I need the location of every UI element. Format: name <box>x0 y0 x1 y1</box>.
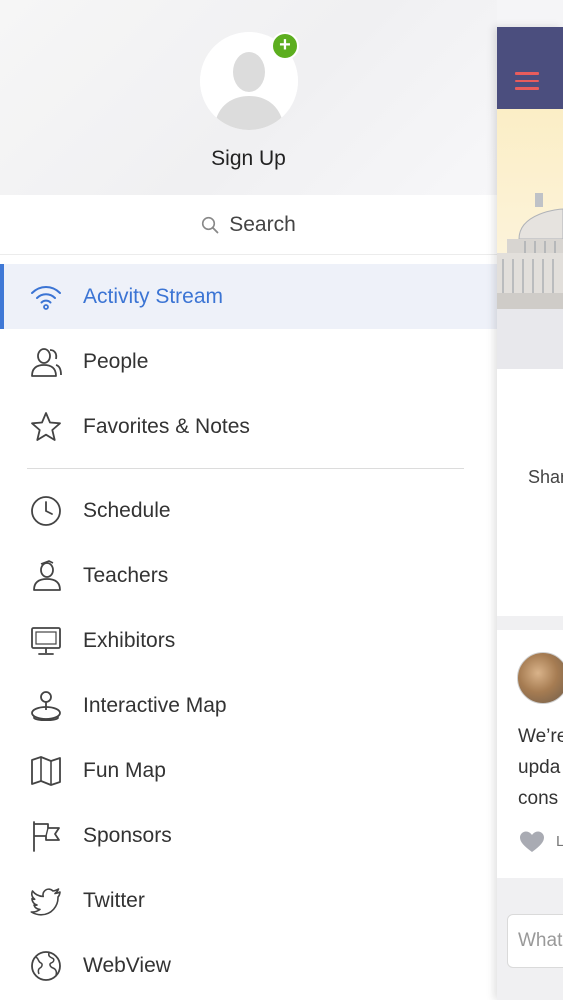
menu-label: Twitter <box>83 889 145 912</box>
post-author-avatar[interactable] <box>517 652 563 704</box>
globe-icon <box>29 949 63 983</box>
menu-item-favorites-notes[interactable]: Favorites & Notes <box>0 394 497 459</box>
menu-label: Sponsors <box>83 824 172 847</box>
clock-icon <box>29 494 63 528</box>
menu-label: Schedule <box>83 499 171 522</box>
heart-icon[interactable] <box>519 830 545 854</box>
menu-item-interactive-map[interactable]: Interactive Map <box>0 673 497 738</box>
share-text: Shar <box>528 467 563 487</box>
menu-item-teachers[interactable]: Teachers <box>0 543 497 608</box>
menu-item-twitter[interactable]: Twitter <box>0 868 497 933</box>
banner-caption <box>497 309 563 369</box>
banner-image <box>497 109 563 309</box>
composer-bar: What <box>497 900 563 1000</box>
flag-icon <box>29 819 63 853</box>
navigation-drawer: + Sign Up Search Activity Stream People … <box>0 0 497 1000</box>
search-label: Search <box>229 213 296 236</box>
wifi-icon <box>29 280 63 314</box>
like-label: L <box>556 833 563 850</box>
share-card[interactable]: Shar <box>497 369 563 616</box>
hamburger-menu-icon[interactable] <box>515 72 539 90</box>
sign-up-link[interactable]: Sign Up <box>0 147 497 171</box>
capitol-dome-icon <box>497 193 563 309</box>
menu-item-sponsors[interactable]: Sponsors <box>0 803 497 868</box>
menu-label: Teachers <box>83 564 169 587</box>
teacher-icon <box>29 559 63 593</box>
menu-label: Activity Stream <box>83 285 224 308</box>
search-bar[interactable]: Search <box>0 196 497 255</box>
menu-label: Interactive Map <box>83 694 227 717</box>
menu-item-fun-map[interactable]: Fun Map <box>0 738 497 803</box>
drawer-menu: Activity Stream People Favorites & Notes <box>0 264 497 998</box>
post-card[interactable]: We’re upda cons L <box>497 630 563 878</box>
monitor-icon <box>29 624 63 658</box>
post-input[interactable]: What <box>507 914 563 968</box>
menu-item-people[interactable]: People <box>0 329 497 394</box>
star-icon <box>29 410 63 444</box>
menu-label: Fun Map <box>83 759 166 782</box>
people-icon <box>29 345 63 379</box>
app-bar <box>497 27 563 109</box>
post-body: We’re upda cons <box>518 726 563 809</box>
twitter-icon <box>29 884 63 918</box>
drawer-header: + Sign Up <box>0 0 497 195</box>
menu-item-exhibitors[interactable]: Exhibitors <box>0 608 497 673</box>
menu-label: WebView <box>83 954 171 977</box>
menu-item-webview[interactable]: WebView <box>0 933 497 998</box>
menu-label: People <box>83 350 149 373</box>
menu-label: Exhibitors <box>83 629 176 652</box>
menu-label: Favorites & Notes <box>83 415 250 438</box>
map-pin-icon <box>29 689 63 723</box>
menu-item-activity-stream[interactable]: Activity Stream <box>0 264 497 329</box>
main-app-preview[interactable]: Shar We’re upda cons L What <box>497 27 563 1000</box>
add-account-button[interactable]: + <box>271 32 299 60</box>
menu-divider <box>27 468 464 469</box>
menu-item-schedule[interactable]: Schedule <box>0 478 497 543</box>
search-icon <box>202 216 219 234</box>
folded-map-icon <box>29 754 63 788</box>
